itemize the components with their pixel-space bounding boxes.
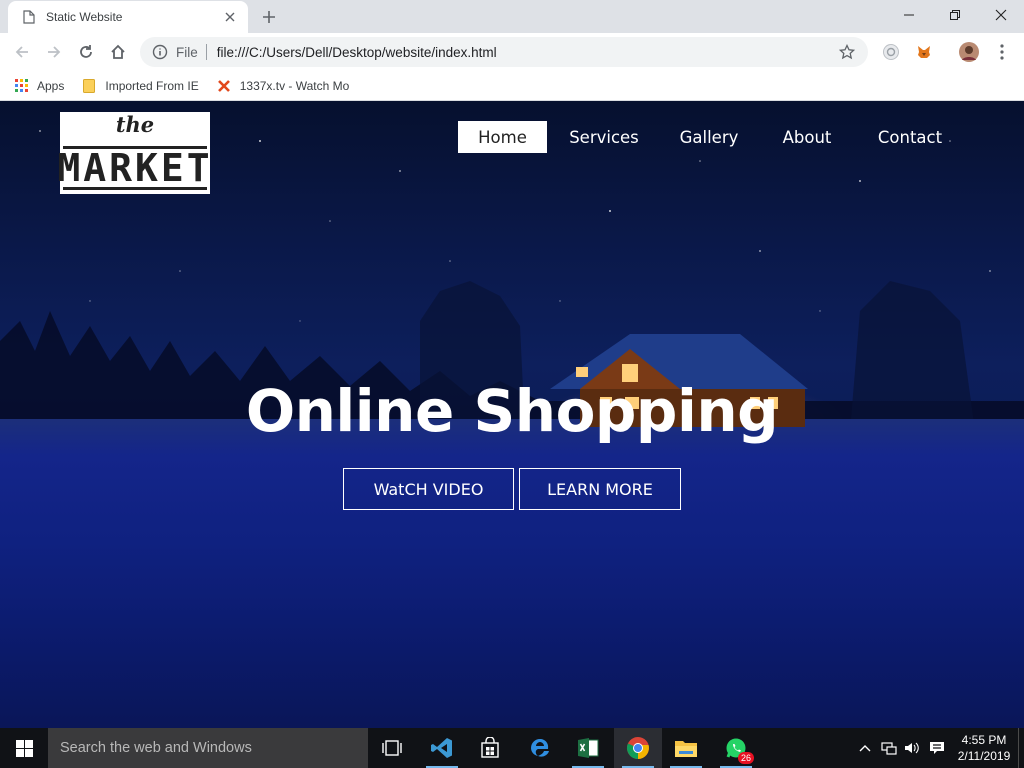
tab-strip: Static Website <box>0 0 1024 33</box>
bookmark-label: 1337x.tv - Watch Mo <box>239 78 350 93</box>
apps-grid-icon <box>14 79 28 93</box>
task-view-icon <box>382 740 402 756</box>
restore-button[interactable] <box>932 0 978 30</box>
taskbar-search-box[interactable]: Search the web and Windows <box>48 728 368 768</box>
logo-bottom-text: MARKET <box>57 146 213 190</box>
vscode-icon <box>431 738 452 758</box>
forward-button[interactable] <box>42 40 66 64</box>
url-text[interactable]: file:///C:/Users/Dell/Desktop/website/in… <box>217 45 838 60</box>
clock-date: 2/11/2019 <box>957 749 1011 763</box>
bookmark-label: Imported From IE <box>105 78 199 93</box>
network-icon[interactable] <box>878 728 900 768</box>
taskbar-edge[interactable] <box>516 728 564 768</box>
store-icon <box>481 737 499 758</box>
url-separator <box>205 44 207 60</box>
extension-circle-icon[interactable] <box>881 42 901 62</box>
address-bar[interactable]: File file:///C:/Users/Dell/Desktop/websi… <box>140 37 868 67</box>
chrome-icon <box>627 737 649 759</box>
bookmark-1337x[interactable]: 1337x.tv - Watch Mo <box>217 78 350 93</box>
info-icon[interactable] <box>152 44 168 60</box>
clock-time: 4:55 PM <box>961 733 1007 747</box>
home-button[interactable] <box>106 40 130 64</box>
bookmark-star-icon[interactable] <box>838 43 856 61</box>
chevron-up-icon <box>859 745 871 752</box>
edge-icon <box>531 739 549 757</box>
close-tab-icon[interactable] <box>222 9 238 25</box>
logo-top-text: the <box>115 112 155 137</box>
1337x-favicon-icon <box>217 79 231 93</box>
folder-icon <box>82 78 96 93</box>
nav-about[interactable]: About <box>770 121 844 153</box>
profile-avatar[interactable] <box>959 42 979 62</box>
bookmark-apps[interactable]: Apps <box>14 79 64 93</box>
watch-video-button[interactable]: WatCH VIDEO <box>343 468 514 510</box>
taskbar-vscode[interactable] <box>418 728 466 768</box>
bookmark-label: Apps <box>37 78 65 93</box>
minimize-button[interactable] <box>886 0 932 30</box>
nav-gallery[interactable]: Gallery <box>668 121 750 153</box>
notification-badge: 26 <box>738 752 754 764</box>
taskbar-whatsapp[interactable]: 26 <box>712 728 760 768</box>
taskbar-chrome[interactable] <box>614 728 662 768</box>
new-tab-button[interactable] <box>256 4 282 30</box>
url-scheme-label: File <box>176 44 198 60</box>
tab-static-website[interactable]: Static Website <box>8 1 248 33</box>
volume-icon[interactable] <box>901 728 923 768</box>
windows-logo-icon <box>15 739 33 757</box>
bookmark-imported-from-ie[interactable]: Imported From IE <box>82 78 199 93</box>
site-logo[interactable]: the MARKET <box>57 112 213 194</box>
learn-more-button[interactable]: LEARN MORE <box>519 468 681 510</box>
page-viewport: the MARKET Home Services Gallery About C… <box>0 101 1024 728</box>
nav-contact[interactable]: Contact <box>864 121 956 153</box>
taskbar-file-explorer[interactable] <box>662 728 710 768</box>
browser-menu-icon[interactable] <box>992 42 1012 62</box>
bookmarks-bar: Apps Imported From IE 1337x.tv - Watch M… <box>0 71 1024 101</box>
reload-button[interactable] <box>74 40 98 64</box>
start-button[interactable] <box>0 728 48 768</box>
metamask-fox-icon[interactable] <box>914 42 934 62</box>
snowy-field <box>0 419 1024 728</box>
nav-home[interactable]: Home <box>458 121 547 153</box>
close-window-button[interactable] <box>978 0 1024 30</box>
nav-services[interactable]: Services <box>560 121 648 153</box>
taskbar-excel[interactable] <box>564 728 612 768</box>
taskbar: Search the web and Windows 26 4:55 PM 2/… <box>0 728 1024 768</box>
file-explorer-icon <box>675 741 697 757</box>
task-view-button[interactable] <box>368 728 416 768</box>
browser-toolbar: File file:///C:/Users/Dell/Desktop/websi… <box>0 33 1024 71</box>
action-center-icon[interactable] <box>926 728 948 768</box>
taskbar-store[interactable] <box>466 728 514 768</box>
page-icon <box>22 10 36 24</box>
show-desktop-button[interactable] <box>1018 728 1024 768</box>
hero-title: Online Shopping <box>245 377 779 445</box>
back-button[interactable] <box>10 40 34 64</box>
excel-icon <box>578 738 599 758</box>
tab-title: Static Website <box>46 10 123 24</box>
system-clock[interactable]: 4:55 PM 2/11/2019 <box>952 732 1016 764</box>
show-hidden-icons-button[interactable] <box>854 728 876 768</box>
